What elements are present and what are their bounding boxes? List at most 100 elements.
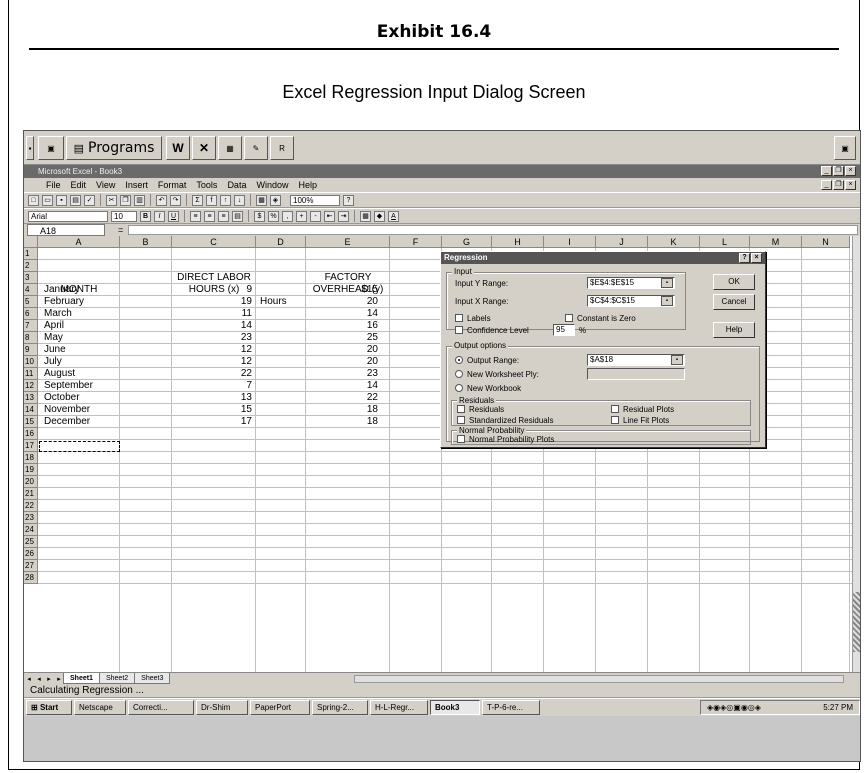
cell-month[interactable]: January [44, 284, 144, 296]
row-header[interactable]: 8 [24, 332, 38, 344]
dialog-close-icon[interactable]: × [751, 253, 762, 263]
decrease-decimal-icon[interactable]: - [310, 210, 321, 222]
task-spring[interactable]: Spring-2... [312, 700, 368, 715]
cell-hours[interactable]: 14 [172, 320, 252, 332]
percent-icon[interactable]: % [268, 210, 279, 222]
menu-insert[interactable]: Insert [125, 178, 148, 192]
column-header[interactable]: I [544, 236, 596, 248]
increase-decimal-icon[interactable]: + [296, 210, 307, 222]
open-icon[interactable]: ▭ [42, 194, 53, 206]
column-header[interactable]: E [306, 236, 390, 248]
access-icon[interactable]: ✎ [244, 136, 268, 160]
next-sheet-icon[interactable]: ▸ [44, 675, 54, 683]
row-header[interactable]: 15 [24, 416, 38, 428]
sort-ascending-icon[interactable]: ↑ [220, 194, 231, 206]
cell-hours[interactable]: 12 [172, 344, 252, 356]
column-header[interactable]: J [596, 236, 648, 248]
task-netscape[interactable]: Netscape [74, 700, 126, 715]
column-header[interactable]: L [700, 236, 750, 248]
tray-icons[interactable]: ◈◉◈◎▣◉◎◈ [707, 701, 761, 714]
confidence-field[interactable]: 95 [553, 324, 575, 336]
cell-month[interactable]: June [44, 344, 144, 356]
menu-tools[interactable]: Tools [196, 178, 217, 192]
confidence-checkbox[interactable] [455, 326, 463, 334]
input-x-range-field[interactable]: $C$4:$C$15 ▪ [587, 295, 675, 307]
row-header[interactable]: 21 [24, 488, 38, 500]
vertical-scrollbar[interactable] [852, 236, 860, 672]
collapse-output-icon[interactable]: ▪ [671, 355, 683, 365]
currency-icon[interactable]: $ [254, 210, 265, 222]
minimize-icon[interactable]: _ [821, 166, 832, 176]
column-header[interactable]: C [172, 236, 256, 248]
cell-overhead[interactable]: $15 [306, 284, 378, 296]
cell-overhead[interactable]: 18 [306, 404, 378, 416]
formula-input[interactable] [128, 225, 858, 235]
row-header[interactable]: 14 [24, 404, 38, 416]
align-center-icon[interactable]: ≡ [204, 210, 215, 222]
row-header[interactable]: 25 [24, 536, 38, 548]
task-h-l-regr[interactable]: H-L-Regr... [370, 700, 428, 715]
vertical-scroll-thumb[interactable] [853, 592, 860, 652]
font-select[interactable]: Arial [28, 210, 108, 222]
task-paperport[interactable]: PaperPort [250, 700, 310, 715]
align-left-icon[interactable]: ≡ [190, 210, 201, 222]
copy-icon[interactable]: ❐ [120, 194, 131, 206]
zoom-select[interactable]: 100% [290, 194, 340, 206]
row-header[interactable]: 6 [24, 308, 38, 320]
select-all-corner[interactable] [24, 236, 38, 248]
chart-wizard-icon[interactable]: ▦ [256, 194, 267, 206]
cell-overhead[interactable]: 16 [306, 320, 378, 332]
output-range-field[interactable]: $A$18 ▪ [587, 354, 685, 366]
restore-icon[interactable]: ❐ [833, 166, 844, 176]
row-header[interactable]: 20 [24, 476, 38, 488]
column-header[interactable]: A [38, 236, 120, 248]
menu-format[interactable]: Format [158, 178, 187, 192]
help-icon[interactable]: ? [343, 194, 354, 206]
font-size-select[interactable]: 10 [111, 210, 137, 222]
cell-hours[interactable]: 9 [172, 284, 252, 296]
column-header[interactable]: H [492, 236, 544, 248]
close-icon[interactable]: × [845, 166, 856, 176]
cell-hours[interactable]: 22 [172, 368, 252, 380]
office-menu-icon[interactable]: ▪ [26, 136, 34, 160]
column-header[interactable]: M [750, 236, 802, 248]
row-header[interactable]: 5 [24, 296, 38, 308]
underline-icon[interactable]: U [168, 210, 179, 222]
cell-overhead[interactable]: 20 [306, 296, 378, 308]
selected-cell-a18[interactable] [39, 441, 120, 452]
first-sheet-icon[interactable]: ◂ [24, 675, 34, 683]
drawing-icon[interactable]: ◈ [270, 194, 281, 206]
normal-plots-checkbox[interactable] [457, 435, 465, 443]
spelling-icon[interactable]: ✓ [84, 194, 95, 206]
cell-month[interactable]: July [44, 356, 144, 368]
row-header[interactable]: 24 [24, 524, 38, 536]
cell-month[interactable]: December [44, 416, 144, 428]
row-header[interactable]: 2 [24, 260, 38, 272]
task-book3[interactable]: Book3 [430, 700, 480, 715]
new-workbook-radio[interactable] [455, 384, 463, 392]
borders-icon[interactable]: ▦ [360, 210, 371, 222]
redo-icon[interactable]: ↷ [170, 194, 181, 206]
row-header[interactable]: 16 [24, 428, 38, 440]
row-header[interactable]: 3 [24, 272, 38, 284]
new-worksheet-radio[interactable] [455, 370, 463, 378]
row-header[interactable]: 13 [24, 392, 38, 404]
powerpoint-icon[interactable]: ▦ [218, 136, 242, 160]
collapse-y-icon[interactable]: ▪ [661, 278, 673, 288]
fill-color-icon[interactable]: ◆ [374, 210, 385, 222]
column-header[interactable]: D [256, 236, 306, 248]
task-correcti[interactable]: Correcti... [128, 700, 194, 715]
italic-icon[interactable]: I [154, 210, 165, 222]
new-icon[interactable]: □ [28, 194, 39, 206]
cell-overhead[interactable]: 23 [306, 368, 378, 380]
menu-data[interactable]: Data [227, 178, 246, 192]
column-header[interactable]: K [648, 236, 700, 248]
residuals-checkbox[interactable] [457, 405, 465, 413]
task-t-p-6[interactable]: T-P-6-re... [482, 700, 540, 715]
sort-descending-icon[interactable]: ↓ [234, 194, 245, 206]
paste-icon[interactable]: ▥ [134, 194, 145, 206]
constant-zero-checkbox[interactable] [565, 314, 573, 322]
labels-checkbox[interactable] [455, 314, 463, 322]
menu-edit[interactable]: Edit [71, 178, 87, 192]
print-icon[interactable]: ▤ [70, 194, 81, 206]
